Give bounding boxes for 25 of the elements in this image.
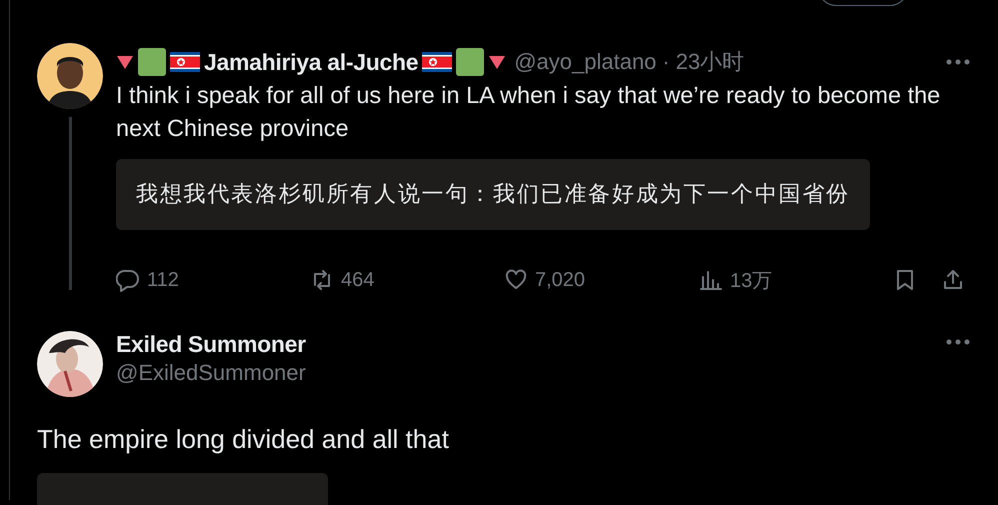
flag-icon <box>170 52 200 72</box>
speech-bubble-icon[interactable] <box>116 268 140 292</box>
count: 112 <box>147 268 179 292</box>
flag-icon <box>422 52 452 72</box>
square-icon <box>138 48 166 76</box>
count: 7,020 <box>535 268 586 292</box>
count: 464 <box>341 268 374 292</box>
post-text: The empire long divided and all that <box>37 423 450 456</box>
more-icon[interactable] <box>946 339 970 345</box>
triangle-icon <box>488 54 506 70</box>
translation-box: 我想我代表洛杉矶所有人说一句：我们已准备好成为下一个中国省份 <box>116 159 870 230</box>
separator-dot: · <box>662 49 670 75</box>
username[interactable]: @ayo_platano <box>514 49 656 75</box>
count: 13万 <box>730 268 772 294</box>
username[interactable]: @ExiledSummoner <box>116 360 306 386</box>
triangle-icon <box>116 54 134 70</box>
post-text: I think i speak for all of us here in LA when i say that we’re ready to become the next Chinese province <box>116 81 942 143</box>
timestamp[interactable]: 23小时 <box>676 47 744 77</box>
share-icon[interactable] <box>941 268 965 292</box>
heart-icon[interactable] <box>504 268 528 292</box>
author-name[interactable]: Jamahiriya al-Juche <box>204 48 418 76</box>
more-icon[interactable] <box>946 59 970 65</box>
bar-chart-icon[interactable] <box>699 268 723 292</box>
square-icon <box>456 48 484 76</box>
author-name[interactable]: Exiled Summoner <box>116 331 306 358</box>
